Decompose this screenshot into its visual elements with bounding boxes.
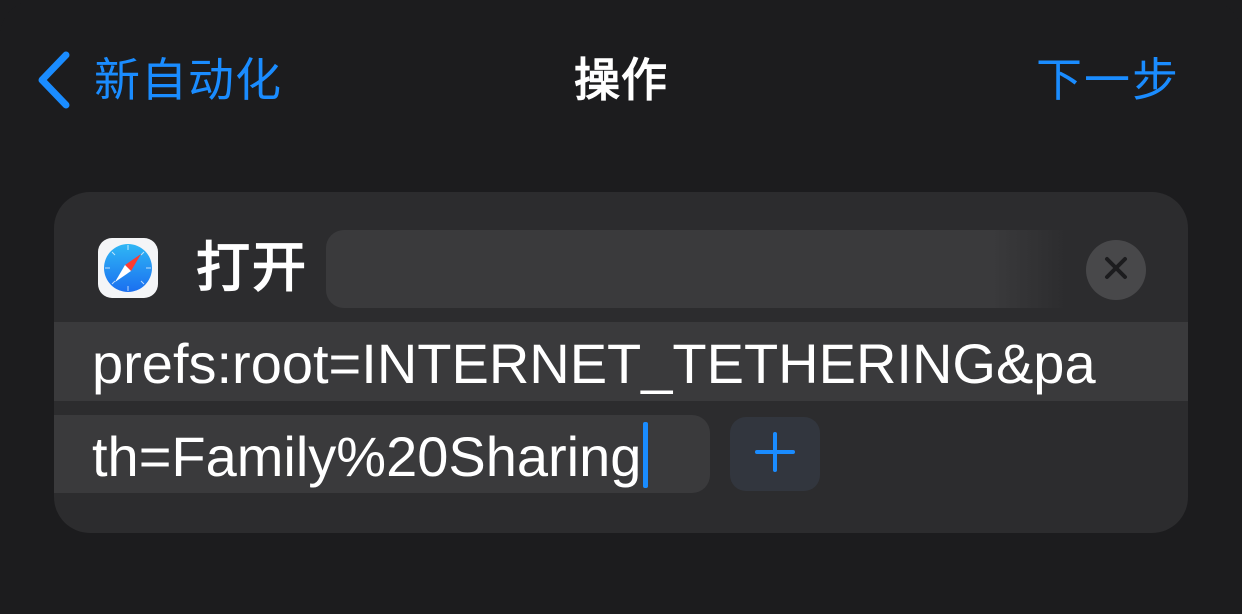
url-text-line1: prefs:root=INTERNET_TETHERING&pa bbox=[92, 332, 1096, 395]
navigation-bar: 新自动化 操作 下一步 bbox=[0, 0, 1242, 160]
plus-icon bbox=[753, 430, 797, 478]
url-text-line2: th=Family%20Sharing bbox=[92, 416, 1162, 509]
url-input[interactable]: prefs:root=INTERNET_TETHERING&pa th=Fami… bbox=[92, 323, 1162, 509]
url-field-top[interactable] bbox=[326, 230, 1066, 308]
action-label: 打开 bbox=[196, 236, 308, 299]
close-icon bbox=[1103, 255, 1129, 285]
next-button[interactable]: 下一步 bbox=[1036, 44, 1180, 116]
open-url-action-card[interactable]: 打开 prefs:root=INTERNET_TETHERING&pa th=F… bbox=[54, 192, 1188, 533]
safari-icon bbox=[98, 238, 158, 298]
clear-button[interactable] bbox=[1086, 240, 1146, 300]
screen: 新自动化 操作 下一步 打开 prefs:root=INTERNET_TETHE… bbox=[0, 0, 1242, 614]
add-variable-button[interactable] bbox=[730, 417, 820, 491]
text-cursor bbox=[643, 422, 649, 488]
